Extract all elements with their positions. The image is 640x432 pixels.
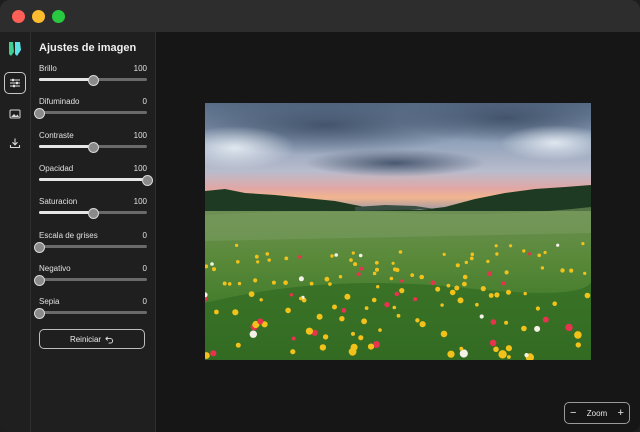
slider-control: Contraste 100 xyxy=(39,131,147,157)
slider-thumb[interactable] xyxy=(142,174,153,186)
slider-label: Sepia xyxy=(39,297,60,307)
title-bar xyxy=(0,0,640,32)
slider-value: 100 xyxy=(133,130,147,140)
slider-control: Difuminado 0 xyxy=(34,97,147,123)
slider-label: Negativo xyxy=(39,263,71,273)
slider-track[interactable] xyxy=(39,174,153,186)
slider-thumb[interactable] xyxy=(88,75,99,86)
slider-label: Contraste xyxy=(39,130,74,140)
tool-rail xyxy=(0,32,31,432)
slider-fill xyxy=(39,78,93,81)
slider-track[interactable] xyxy=(34,308,147,320)
close-window-button[interactable] xyxy=(12,10,25,23)
slider-label: Saturacion xyxy=(39,197,78,207)
slider-value: 0 xyxy=(142,97,147,107)
slider-thumb[interactable] xyxy=(34,308,45,320)
slider-label: Opacidad xyxy=(39,163,74,173)
minimize-window-button[interactable] xyxy=(32,10,45,23)
slider-track[interactable] xyxy=(34,241,147,253)
zoom-control: − Zoom + xyxy=(564,402,630,424)
meadow-photo xyxy=(205,103,591,360)
slider-thumb[interactable] xyxy=(34,108,45,120)
slider-value: 0 xyxy=(142,263,147,273)
slider-fill xyxy=(39,177,147,181)
slider-thumb[interactable] xyxy=(88,141,99,153)
image-canvas: − Zoom + xyxy=(156,32,640,432)
slider-track[interactable] xyxy=(39,208,147,220)
slider-value: 100 xyxy=(133,163,147,173)
download-tab-button[interactable] xyxy=(5,133,25,153)
slider-fill xyxy=(39,211,93,215)
panel-title: Ajustes de imagen xyxy=(39,42,137,54)
slider-value: 100 xyxy=(133,64,147,73)
slider-control: Sepia 0 xyxy=(34,297,147,323)
slider-value: 0 xyxy=(142,297,147,307)
zoom-label: Zoom xyxy=(586,408,608,418)
reset-label: Reiniciar xyxy=(69,334,102,344)
preview-image xyxy=(205,103,591,360)
app-window: Ajustes de imagen Brillo 100 Difuminado 0 Co… xyxy=(0,0,640,432)
slider-fill xyxy=(39,144,93,148)
zoom-out-button[interactable]: − xyxy=(570,407,576,419)
slider-control: Escala de grises 0 xyxy=(34,230,147,257)
maximize-window-button[interactable] xyxy=(52,10,65,23)
slider-track[interactable] xyxy=(34,274,147,286)
adjustments-icon xyxy=(10,78,20,88)
app-logo-icon xyxy=(9,42,21,56)
slider-label: Difuminado xyxy=(39,97,80,107)
image-tab-button[interactable] xyxy=(5,104,25,124)
slider-track[interactable] xyxy=(34,108,147,120)
reset-button[interactable]: Reiniciar xyxy=(39,329,145,349)
slider-track[interactable] xyxy=(39,75,147,86)
slider-thumb[interactable] xyxy=(34,274,45,286)
slider-control: Brillo 100 xyxy=(39,64,147,90)
slider-value: 0 xyxy=(142,230,147,240)
slider-control: Opacidad 100 xyxy=(39,163,153,190)
undo-icon xyxy=(105,335,114,344)
slider-control: Saturacion 100 xyxy=(39,197,147,223)
slider-thumb[interactable] xyxy=(34,241,45,253)
adjustments-tab-button[interactable] xyxy=(4,72,26,94)
zoom-in-button[interactable]: + xyxy=(618,407,624,419)
slider-label: Brillo xyxy=(39,64,57,73)
slider-value: 100 xyxy=(133,197,147,207)
slider-track[interactable] xyxy=(39,141,147,153)
slider-thumb[interactable] xyxy=(88,208,99,220)
image-icon xyxy=(9,109,21,119)
slider-control: Negativo 0 xyxy=(34,263,147,290)
adjustments-panel: Ajustes de imagen Brillo 100 Difuminado 0 Co… xyxy=(31,32,156,432)
download-icon xyxy=(9,138,21,149)
slider-label: Escala de grises xyxy=(39,230,98,240)
